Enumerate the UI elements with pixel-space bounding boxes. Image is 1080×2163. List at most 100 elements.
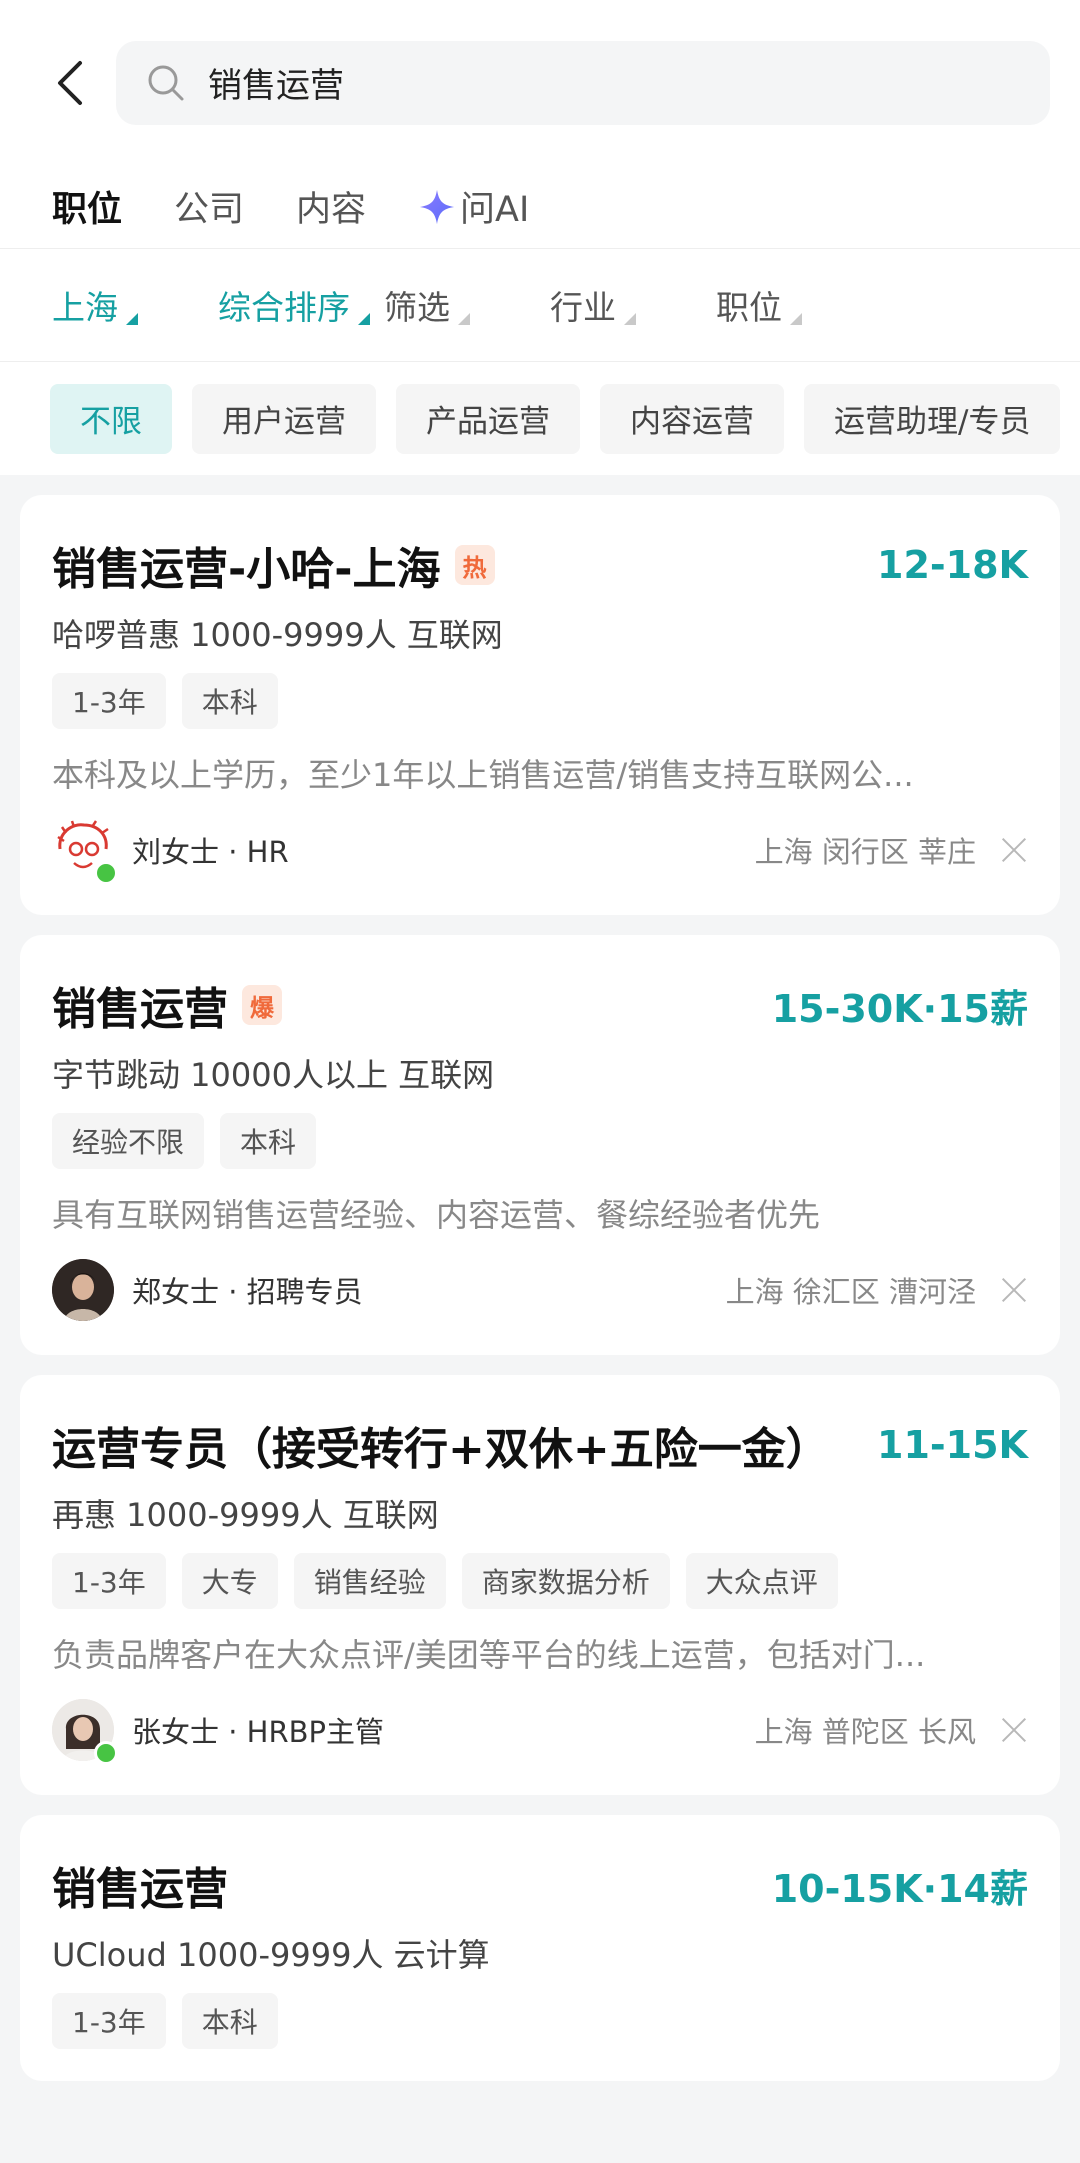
chip-ops-assistant[interactable]: 运营助理/专员	[804, 383, 1061, 454]
job-card[interactable]: 销售运营 爆 15-30K·15薪 字节跳动 10000人以上 互联网 经验不限…	[20, 935, 1060, 1355]
avatar	[52, 819, 118, 885]
online-indicator	[94, 861, 118, 885]
job-tag: 本科	[181, 673, 278, 729]
job-location: 上海 普陀区 长风	[754, 1715, 976, 1749]
filter-city[interactable]: 上海	[52, 281, 172, 329]
close-icon[interactable]	[1000, 1276, 1028, 1304]
avatar	[52, 1259, 114, 1321]
salary: 10-15K·14薪	[771, 1866, 1028, 1911]
job-tag: 销售经验	[293, 1553, 446, 1609]
job-card-header: 销售运营-小哈-上海 热 12-18K	[52, 535, 1028, 595]
company-info: 哈啰普惠 1000-9999人 互联网	[52, 616, 503, 654]
category-tabs: 职位 公司 内容 问AI	[0, 165, 1080, 249]
filter-label: 职位	[716, 288, 782, 327]
recruiter-name: 张女士 · HRBP主管	[132, 1715, 384, 1749]
company-info: 再惠 1000-9999人 互联网	[52, 1496, 439, 1534]
chip-unlimited[interactable]: 不限	[50, 383, 172, 454]
filter-position[interactable]: 职位	[716, 281, 836, 329]
job-tag: 商家数据分析	[461, 1553, 670, 1609]
dropdown-triangle-icon	[458, 313, 470, 325]
filter-industry[interactable]: 行业	[550, 281, 670, 329]
chip-content-ops[interactable]: 内容运营	[600, 383, 784, 454]
tab-label: 公司	[174, 190, 245, 230]
job-tag: 1-3年	[52, 673, 166, 729]
job-card[interactable]: 销售运营 10-15K·14薪 UCloud 1000-9999人 云计算 1-…	[20, 1815, 1060, 2081]
dropdown-triangle-icon	[126, 313, 138, 325]
ai-star-icon	[419, 189, 455, 224]
salary: 11-15K	[877, 1423, 1028, 1467]
filter-label: 行业	[550, 288, 616, 327]
tab-jobs[interactable]: 职位	[52, 181, 122, 232]
dropdown-triangle-icon	[790, 313, 802, 325]
hot-badge: 热	[454, 545, 495, 585]
dropdown-triangle-icon	[624, 313, 636, 325]
title-wrap: 销售运营-小哈-上海 热	[52, 533, 495, 597]
job-tag: 1-3年	[52, 1553, 166, 1609]
title-wrap: 运营专员（接受转行+双休+五险一金）	[52, 1413, 830, 1477]
location-wrap: 上海 普陀区 长风	[755, 1709, 1028, 1751]
recruiter[interactable]: 郑女士 · 招聘专员	[52, 1259, 363, 1321]
recruiter[interactable]: 刘女士 · HR	[52, 819, 289, 885]
title-wrap: 销售运营	[52, 1853, 228, 1917]
chip-product-ops[interactable]: 产品运营	[396, 383, 580, 454]
filter-label: 上海	[52, 288, 118, 327]
hot-badge: 爆	[242, 985, 282, 1025]
tab-label: 内容	[296, 190, 367, 230]
online-indicator	[94, 1741, 118, 1765]
job-tags: 1-3年 本科	[52, 673, 1028, 729]
tab-content[interactable]: 内容	[296, 181, 366, 232]
job-location: 上海 徐汇区 漕河泾	[725, 1275, 976, 1309]
tab-label: 问AI	[460, 190, 530, 230]
salary: 12-18K	[877, 543, 1028, 587]
chip-user-ops[interactable]: 用户运营	[192, 383, 376, 454]
job-tag: 本科	[181, 1993, 278, 2049]
chevron-left-icon	[58, 60, 82, 105]
job-card-footer: 张女士 · HRBP主管 上海 普陀区 长风	[52, 1697, 1028, 1765]
job-card-header: 销售运营 爆 15-30K·15薪	[52, 975, 1028, 1035]
job-card-footer: 刘女士 · HR 上海 闵行区 莘庄	[52, 817, 1028, 885]
job-tag: 1-3年	[52, 1993, 166, 2049]
job-title: 销售运营-小哈-上海	[52, 544, 441, 595]
job-card[interactable]: 运营专员（接受转行+双休+五险一金） 11-15K 再惠 1000-9999人 …	[20, 1375, 1060, 1795]
search-input[interactable]: 销售运营	[116, 40, 1050, 125]
filter-label: 筛选	[384, 288, 450, 327]
recruiter-name: 刘女士 · HR	[132, 835, 289, 869]
header: 销售运营 职位 公司 内容 问AI 上海 综合排序 筛选 行业 职位 不限 用户…	[0, 0, 1080, 475]
job-card[interactable]: 销售运营-小哈-上海 热 12-18K 哈啰普惠 1000-9999人 互联网 …	[20, 495, 1060, 915]
job-title: 销售运营	[52, 984, 228, 1035]
company-info: UCloud 1000-9999人 云计算	[52, 1936, 490, 1974]
tab-label: 职位	[52, 190, 123, 230]
back-button[interactable]	[50, 53, 90, 113]
job-tags: 1-3年 大专 销售经验 商家数据分析 大众点评	[52, 1553, 1028, 1609]
filter-bar: 上海 综合排序 筛选 行业 职位	[0, 249, 1080, 362]
job-card-footer: 郑女士 · 招聘专员 上海 徐汇区 漕河泾	[52, 1257, 1028, 1323]
search-query: 销售运营	[208, 66, 344, 106]
dropdown-triangle-icon	[358, 313, 370, 325]
avatar	[52, 1699, 118, 1765]
search-icon	[148, 65, 184, 100]
job-description: 具有互联网销售运营经验、内容运营、餐综经验者优先	[52, 1196, 821, 1234]
location-wrap: 上海 闵行区 莘庄	[755, 829, 1028, 871]
tab-companies[interactable]: 公司	[174, 181, 244, 232]
job-description: 本科及以上学历，至少1年以上销售运营/销售支持互联网公...	[52, 756, 914, 794]
job-title: 运营专员（接受转行+双休+五险一金）	[52, 1424, 830, 1475]
filter-label: 综合排序	[218, 288, 350, 327]
close-icon[interactable]	[1000, 836, 1028, 864]
job-tag: 本科	[220, 1113, 317, 1169]
job-tag: 大众点评	[685, 1553, 838, 1609]
filter-screen[interactable]: 筛选	[384, 281, 504, 329]
salary: 15-30K·15薪	[771, 986, 1028, 1031]
job-tags: 经验不限 本科	[52, 1113, 1028, 1169]
filter-sort[interactable]: 综合排序	[218, 281, 384, 329]
job-title: 销售运营	[52, 1864, 228, 1915]
company-info: 字节跳动 10000人以上 互联网	[52, 1056, 495, 1094]
job-description: 负责品牌客户在大众点评/美团等平台的线上运营，包括对门...	[52, 1636, 926, 1674]
job-tag: 大专	[181, 1553, 278, 1609]
job-location: 上海 闵行区 莘庄	[754, 835, 976, 869]
recruiter[interactable]: 张女士 · HRBP主管	[52, 1699, 384, 1765]
close-icon[interactable]	[1000, 1716, 1028, 1744]
title-wrap: 销售运营 爆	[52, 973, 282, 1037]
tab-ask-ai[interactable]: 问AI	[418, 181, 529, 232]
job-tag: 经验不限	[52, 1113, 205, 1169]
job-list: 销售运营-小哈-上海 热 12-18K 哈啰普惠 1000-9999人 互联网 …	[0, 475, 1080, 2081]
